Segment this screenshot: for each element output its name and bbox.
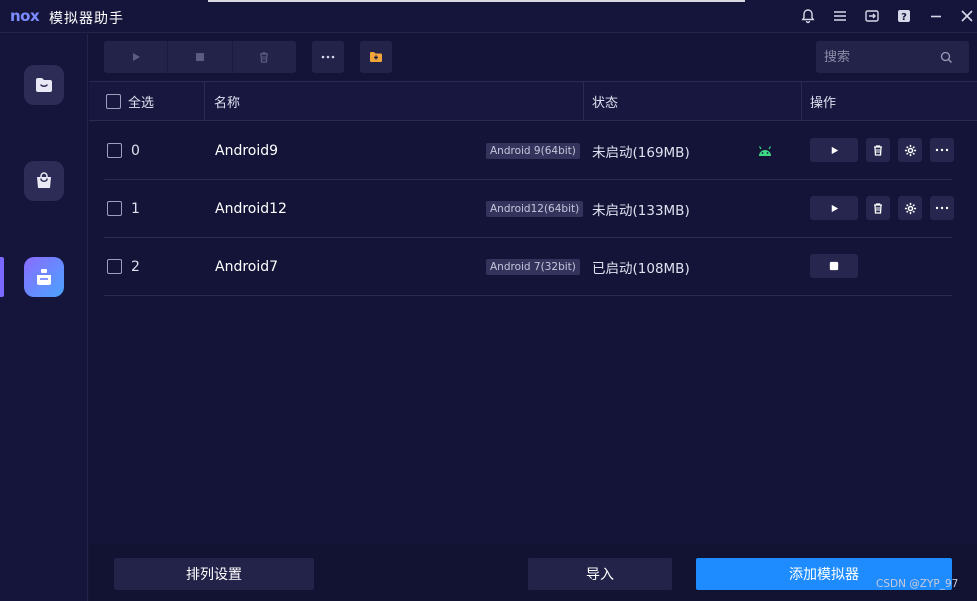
column-header-actions: 操作 [810,96,837,111]
column-header-name: 名称 [214,96,241,111]
more-icon [321,55,335,59]
search-box [816,41,969,73]
add-folder-icon [370,52,382,62]
batch-delete-button[interactable] [233,41,296,73]
stop-icon [195,53,204,61]
close-icon[interactable] [957,6,977,26]
status-text: 未启动(133MB) [592,202,690,219]
android-version-tag: Android 9(64bit) [486,142,580,159]
bell-icon[interactable] [798,6,818,26]
column-divider [583,82,584,121]
row-checkbox[interactable] [107,143,122,158]
play-icon [831,204,838,212]
delete-icon [260,52,269,63]
settings-button[interactable] [898,138,922,162]
import-button[interactable]: 导入 [528,558,672,590]
select-all-label: 全选 [128,96,155,111]
row-index: 0 [131,142,140,159]
play-icon [831,146,838,154]
column-divider [204,82,205,121]
search-icon[interactable] [936,47,956,67]
android-version-tag: Android12(64bit) [486,200,584,217]
status-text: 未启动(169MB) [592,144,690,161]
stop-button[interactable] [810,254,858,278]
emulator-name: Android12 [215,200,287,217]
menu-icon[interactable] [830,6,850,26]
multi-instance-icon [37,269,51,285]
top-edge-line [208,0,745,2]
folder-icon [36,78,52,92]
android-icon [757,122,773,179]
title-bar: nox 模拟器助手 ? [0,0,977,33]
svg-text:?: ? [901,12,907,23]
more-icon [935,148,949,152]
sidebar [0,34,88,601]
android-version-tag: Android 7(32bit) [486,258,580,275]
status-text: 已启动(108MB) [592,260,690,277]
emulator-name: Android9 [215,142,279,159]
table-row[interactable]: 2 Android7 Android 7(32bit) 已启动(108MB) [104,238,952,296]
nox-logo: nox [10,7,40,25]
more-button[interactable] [930,196,954,220]
gear-icon [904,202,916,214]
store-bag-icon [37,172,51,188]
table-header: 全选 名称 状态 操作 [89,81,977,121]
more-icon [935,206,949,210]
sort-settings-button[interactable]: 排列设置 [114,558,314,590]
emulator-name: Android7 [215,258,279,275]
watermark: CSDN @ZYP_97 [876,578,959,590]
delete-icon [874,145,882,156]
start-button[interactable] [810,138,858,162]
sidebar-item-multi-instance[interactable] [24,257,64,297]
sidebar-item-folder[interactable] [24,65,64,105]
batch-action-group [104,41,296,73]
select-all-control[interactable]: 全选 [106,82,154,121]
column-divider [801,82,802,121]
table-row[interactable]: 1 Android12 Android12(64bit) 未启动(133MB) [104,180,954,238]
delete-button[interactable] [866,138,890,162]
batch-play-button[interactable] [104,41,169,73]
app-title: 模拟器助手 [49,11,124,27]
minimize-icon[interactable] [926,6,946,26]
delete-button[interactable] [866,196,890,220]
batch-stop-button[interactable] [168,41,233,73]
stop-icon [829,261,839,271]
svg-text:nox: nox [10,7,40,25]
gear-icon [904,144,916,156]
column-header-status: 状态 [592,96,619,111]
sidebar-item-store[interactable] [24,161,64,201]
more-options-button[interactable] [312,41,344,73]
main-panel: 全选 名称 状态 操作 0 Android9 Android 9(64bit) … [89,34,977,601]
row-index: 1 [131,200,140,217]
row-checkbox[interactable] [107,259,122,274]
export-icon[interactable] [862,6,882,26]
search-input[interactable] [816,42,936,72]
add-folder-button[interactable] [360,41,392,73]
table-row[interactable]: 0 Android9 Android 9(64bit) 未启动(169MB) [104,122,954,180]
active-indicator [0,257,4,297]
settings-button[interactable] [898,196,922,220]
delete-icon [874,203,882,214]
row-checkbox[interactable] [107,201,122,216]
row-index: 2 [131,258,140,275]
start-button[interactable] [810,196,858,220]
footer-bar: 排列设置 导入 添加模拟器 [89,544,977,601]
more-button[interactable] [930,138,954,162]
help-icon[interactable]: ? [894,6,914,26]
select-all-checkbox[interactable] [106,94,121,109]
play-icon [132,53,140,61]
